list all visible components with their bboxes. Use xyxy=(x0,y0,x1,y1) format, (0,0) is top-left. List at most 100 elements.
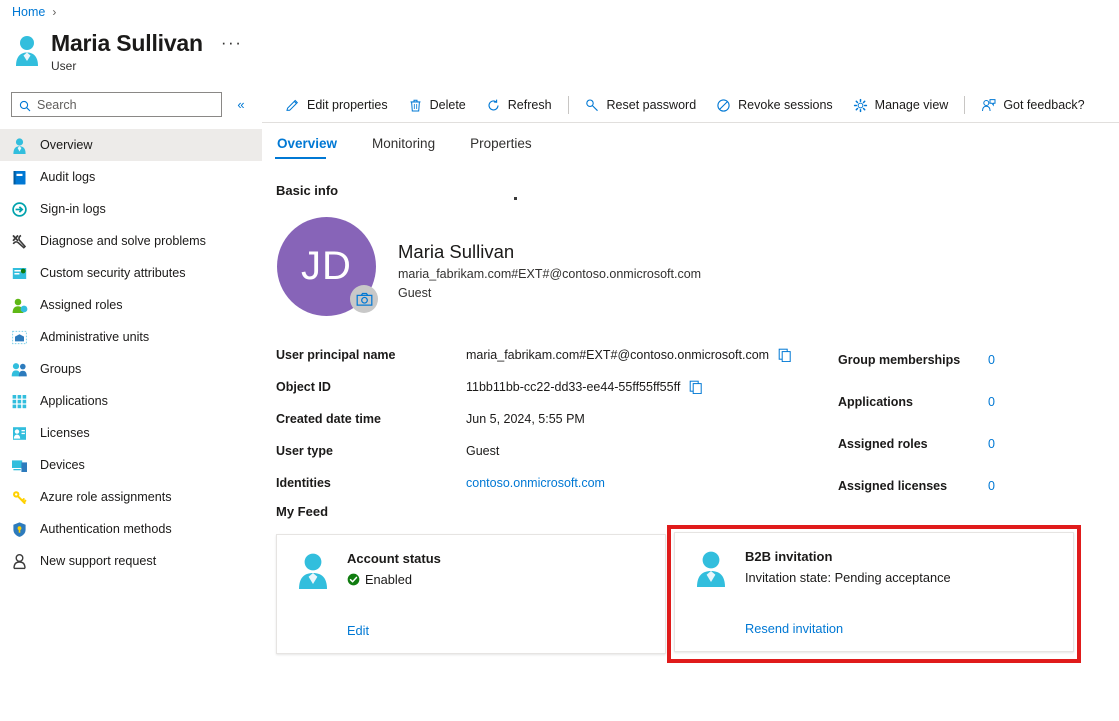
property-value[interactable]: contoso.onmicrosoft.com xyxy=(466,476,605,490)
property-value-text: maria_fabrikam.com#EXT#@contoso.onmicros… xyxy=(466,348,769,362)
identity-text: Maria Sullivan maria_fabrikam.com#EXT#@c… xyxy=(398,217,701,303)
person-icon xyxy=(293,551,333,591)
edit-account-status-link[interactable]: Edit xyxy=(347,623,369,638)
user-icon xyxy=(11,137,28,154)
search-input[interactable]: Search xyxy=(11,92,222,117)
copy-to-clipboard-button[interactable] xyxy=(778,348,792,362)
azure-user-overview-page: Home › Maria Sullivan ··· User xyxy=(0,0,1119,721)
property-key: Applications xyxy=(838,395,988,409)
sidebar-item-audit-logs[interactable]: Audit logs xyxy=(0,161,262,193)
resend-invitation-link[interactable]: Resend invitation xyxy=(745,621,843,636)
sidebar-item-label: Sign-in logs xyxy=(40,202,106,216)
tab-monitoring[interactable]: Monitoring xyxy=(370,132,446,159)
applications-icon xyxy=(11,393,28,410)
sidebar-item-assigned-roles[interactable]: Assigned roles xyxy=(0,289,262,321)
property-row: User typeGuest xyxy=(276,435,836,467)
property-row: Group memberships0 xyxy=(838,339,1108,381)
sidebar-item-label: Azure role assignments xyxy=(40,490,172,504)
account-status-card: Account status Enabled Edit xyxy=(276,534,666,654)
breadcrumb-separator-icon: › xyxy=(52,5,56,19)
sidebar-item-diagnose-and-solve-problems[interactable]: Diagnose and solve problems xyxy=(0,225,262,257)
sidebar-item-custom-security-attributes[interactable]: Custom security attributes xyxy=(0,257,262,289)
sidebar-item-administrative-units[interactable]: Administrative units xyxy=(0,321,262,353)
tab-properties[interactable]: Properties xyxy=(468,132,543,159)
refresh-label: Refresh xyxy=(508,98,552,112)
delete-button[interactable]: Delete xyxy=(398,90,476,120)
breadcrumb: Home › xyxy=(12,5,56,19)
property-count-link[interactable]: 0 xyxy=(988,353,995,367)
edit-properties-button[interactable]: Edit properties xyxy=(275,90,398,120)
property-value-text: Guest xyxy=(466,444,499,458)
reset-password-label: Reset password xyxy=(607,98,697,112)
sidebar: Search « Overview Audit logs Sign-in logs D… xyxy=(0,88,262,721)
change-photo-button[interactable] xyxy=(350,285,378,313)
revoke-sessions-button[interactable]: Revoke sessions xyxy=(706,90,843,120)
copy-to-clipboard-button[interactable] xyxy=(689,380,703,394)
property-value: maria_fabrikam.com#EXT#@contoso.onmicros… xyxy=(466,348,792,362)
block-icon xyxy=(716,98,731,113)
book-icon xyxy=(11,169,28,186)
my-feed-row: Account status Enabled Edit xyxy=(262,534,1119,659)
sidebar-nav-list: Overview Audit logs Sign-in logs Diagnose a… xyxy=(0,129,262,577)
sidebar-item-label: Licenses xyxy=(40,426,90,440)
sidebar-item-sign-in-logs[interactable]: Sign-in logs xyxy=(0,193,262,225)
property-key: Assigned licenses xyxy=(838,479,988,493)
sidebar-item-label: Administrative units xyxy=(40,330,149,344)
basic-info-heading: Basic info xyxy=(262,183,1119,198)
identity-block: JD Maria Sullivan maria_fabrikam.com#EXT… xyxy=(262,217,1119,316)
property-value-text: contoso.onmicrosoft.com xyxy=(466,476,605,490)
sidebar-item-label: Groups xyxy=(40,362,81,376)
tab-overview[interactable]: Overview xyxy=(275,132,348,159)
b2b-invitation-state: Invitation state: Pending acceptance xyxy=(745,570,951,585)
stray-artifact-dot xyxy=(514,197,517,200)
refresh-button[interactable]: Refresh xyxy=(476,90,562,120)
property-key: User principal name xyxy=(276,348,466,362)
sidebar-item-label: Assigned roles xyxy=(40,298,123,312)
sidebar-item-overview[interactable]: Overview xyxy=(0,129,262,161)
account-status-title: Account status xyxy=(347,549,441,569)
reset-password-button[interactable]: Reset password xyxy=(575,90,707,120)
devices-icon xyxy=(11,457,28,474)
sidebar-item-azure-role-assignments[interactable]: Azure role assignments xyxy=(0,481,262,513)
property-count-link[interactable]: 0 xyxy=(988,437,995,451)
gear-icon xyxy=(853,98,868,113)
property-count-link[interactable]: 0 xyxy=(988,395,995,409)
collapse-sidebar-icon[interactable]: « xyxy=(232,97,250,112)
property-value: 11bb11bb-cc22-dd33-ee44-55ff55ff55ff xyxy=(466,380,703,394)
edit-properties-label: Edit properties xyxy=(307,98,388,112)
command-toolbar: Edit properties Delete xyxy=(262,88,1119,123)
status-badge: Enabled xyxy=(347,572,441,587)
manage-view-button[interactable]: Manage view xyxy=(843,90,959,120)
key-icon xyxy=(585,98,600,113)
got-feedback-button[interactable]: Got feedback? xyxy=(971,90,1094,120)
property-value-text: Jun 5, 2024, 5:55 PM xyxy=(466,412,585,426)
sidebar-item-label: Overview xyxy=(40,138,92,152)
b2b-invitation-card: B2B invitation Invitation state: Pending… xyxy=(674,532,1074,652)
page-subtitle: User xyxy=(51,59,242,73)
sidebar-item-new-support-request[interactable]: New support request xyxy=(0,545,262,577)
got-feedback-label: Got feedback? xyxy=(1003,98,1084,112)
revoke-sessions-label: Revoke sessions xyxy=(738,98,833,112)
property-count-link[interactable]: 0 xyxy=(988,479,995,493)
camera-icon xyxy=(356,292,373,307)
identity-upn: maria_fabrikam.com#EXT#@contoso.onmicros… xyxy=(398,265,701,284)
sidebar-item-applications[interactable]: Applications xyxy=(0,385,262,417)
sidebar-item-label: Custom security attributes xyxy=(40,266,186,280)
breadcrumb-home[interactable]: Home xyxy=(12,5,45,19)
b2b-invitation-highlight: B2B invitation Invitation state: Pending… xyxy=(667,525,1081,663)
sidebar-item-label: Authentication methods xyxy=(40,522,172,536)
property-key: Object ID xyxy=(276,380,466,394)
sidebar-item-groups[interactable]: Groups xyxy=(0,353,262,385)
main-content: Edit properties Delete xyxy=(262,88,1119,721)
properties-left-column: User principal namemaria_fabrikam.com#EX… xyxy=(276,339,836,499)
admin-units-icon xyxy=(11,329,28,346)
sidebar-item-licenses[interactable]: Licenses xyxy=(0,417,262,449)
sidebar-item-authentication-methods[interactable]: Authentication methods xyxy=(0,513,262,545)
page-header: Maria Sullivan ··· User xyxy=(12,28,242,73)
more-options-icon[interactable]: ··· xyxy=(221,33,242,53)
property-key: Created date time xyxy=(276,412,466,426)
sidebar-item-devices[interactable]: Devices xyxy=(0,449,262,481)
property-row: Identitiescontoso.onmicrosoft.com xyxy=(276,467,836,499)
property-value: Jun 5, 2024, 5:55 PM xyxy=(466,412,585,426)
property-row: Object ID11bb11bb-cc22-dd33-ee44-55ff55f… xyxy=(276,371,836,403)
